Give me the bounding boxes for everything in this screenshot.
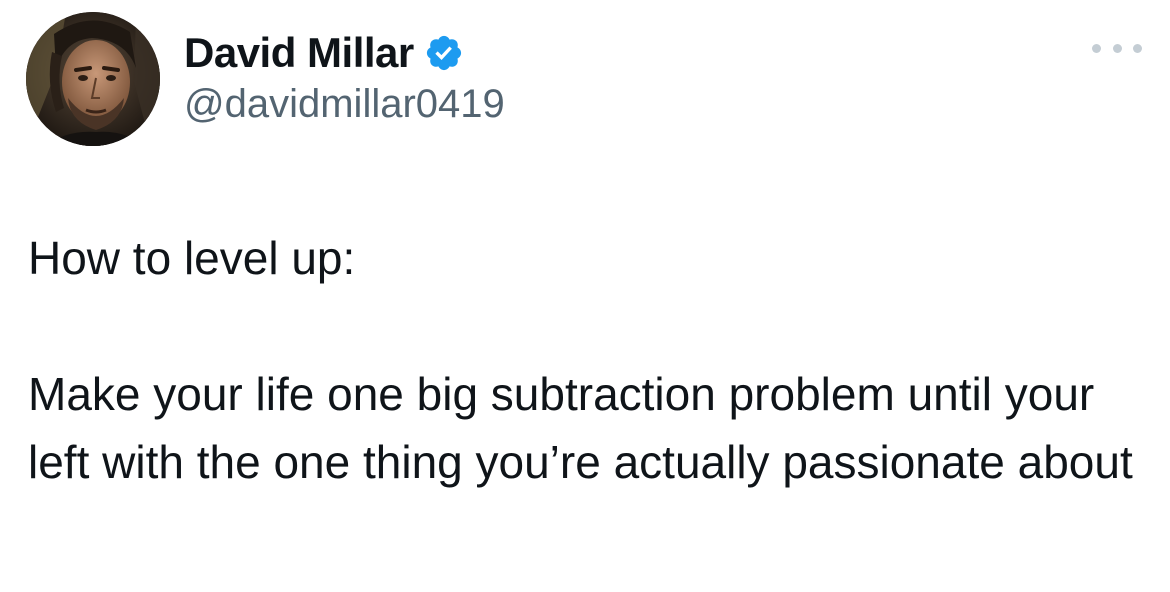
author-handle[interactable]: @davidmillar0419 bbox=[184, 82, 505, 127]
avatar-image bbox=[26, 12, 160, 146]
more-options-button[interactable] bbox=[1092, 36, 1142, 60]
tweet-card: David Millar @davidmillar0419 How to lev… bbox=[0, 0, 1170, 592]
avatar[interactable] bbox=[26, 12, 160, 146]
more-options-icon-dot bbox=[1112, 43, 1122, 53]
tweet-text-line-2: Make your life one big subtraction probl… bbox=[28, 368, 1133, 488]
verified-badge-icon[interactable] bbox=[424, 33, 464, 73]
author-display-name[interactable]: David Millar bbox=[184, 29, 414, 77]
author-name-row: David Millar bbox=[184, 26, 464, 80]
tweet-text-line-1: How to level up: bbox=[28, 232, 356, 284]
more-options-icon-dot bbox=[1133, 43, 1142, 53]
more-options-icon bbox=[1092, 43, 1101, 53]
tweet-text: How to level up: Make your life one big … bbox=[28, 224, 1148, 496]
